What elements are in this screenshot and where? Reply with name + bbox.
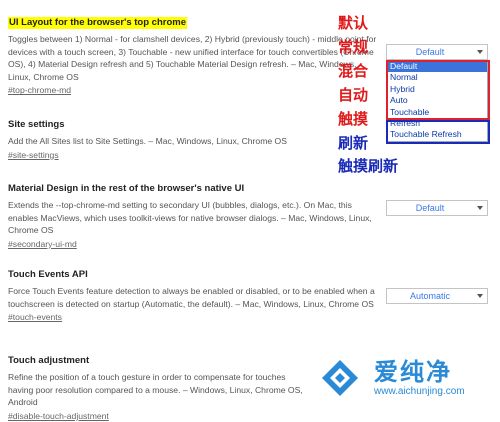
select-value: Automatic xyxy=(409,291,451,301)
flag-anchor-link[interactable]: #touch-events xyxy=(8,311,378,323)
flag-secondary-ui-md: Material Design in the rest of the brows… xyxy=(8,178,378,250)
flag-anchor-link[interactable]: #secondary-ui-md xyxy=(8,238,378,250)
flag-touch-adjustment: Touch adjustment Refine the position of … xyxy=(8,350,308,422)
watermark-logo-icon xyxy=(322,360,358,396)
dropdown-option-normal[interactable]: Normal xyxy=(387,72,487,83)
flag-description: Extends the --top-chrome-md setting to s… xyxy=(8,200,372,236)
annotation-normal: 常规 xyxy=(338,38,369,56)
touch-events-select[interactable]: Automatic xyxy=(386,288,488,304)
flag-anchor-link[interactable]: #site-settings xyxy=(8,149,378,161)
flag-anchor-link[interactable]: #top-chrome-md xyxy=(8,84,378,96)
select-value: Default xyxy=(415,47,445,57)
flag-description: Toggles between 1) Normal - for clamshel… xyxy=(8,34,377,82)
select-value: Default xyxy=(415,203,445,213)
flag-description: Force Touch Events feature detection to … xyxy=(8,286,375,309)
select-dropdown-list: Default Normal Hybrid Auto Touchable Ref… xyxy=(386,60,488,142)
chevron-down-icon xyxy=(477,50,483,54)
watermark-url: www.aichunjing.com xyxy=(374,386,465,397)
dropdown-option-auto[interactable]: Auto xyxy=(387,95,487,106)
flag-anchor-link[interactable]: #disable-touch-adjustment xyxy=(8,410,308,422)
dropdown-option-refresh[interactable]: Refresh xyxy=(387,118,487,129)
watermark-text: 爱纯净 xyxy=(374,358,452,386)
flag-description: Refine the position of a touch gesture i… xyxy=(8,372,303,408)
flag-site-settings: Site settings Add the All Sites list to … xyxy=(8,114,378,161)
secondary-ui-md-select[interactable]: Default xyxy=(386,200,488,216)
dropdown-option-hybrid[interactable]: Hybrid xyxy=(387,84,487,95)
annotation-hybrid: 混合 xyxy=(338,62,369,80)
flag-title: Touch Events API xyxy=(8,269,88,280)
top-chrome-md-select[interactable]: Default xyxy=(386,44,488,60)
watermark: 爱纯净 www.aichunjing.com xyxy=(318,352,498,408)
dropdown-option-touchable-refresh[interactable]: Touchable Refresh xyxy=(387,129,487,140)
flag-title: Site settings xyxy=(8,119,65,130)
dropdown-option-default[interactable]: Default xyxy=(387,61,487,73)
annotation-default: 默认 xyxy=(338,14,369,32)
flag-title: Touch adjustment xyxy=(8,355,90,366)
flag-top-chrome-md: UI Layout for the browser's top chrome T… xyxy=(8,12,378,96)
chevron-down-icon xyxy=(477,294,483,298)
annotation-auto: 自动 xyxy=(338,86,369,104)
flag-touch-events: Touch Events API Force Touch Events feat… xyxy=(8,264,378,323)
flag-title: UI Layout for the browser's top chrome xyxy=(8,17,187,29)
dropdown-option-touchable[interactable]: Touchable xyxy=(387,107,487,118)
flag-title: Material Design in the rest of the brows… xyxy=(8,183,245,194)
flag-description: Add the All Sites list to Site Settings.… xyxy=(8,136,287,146)
chevron-down-icon xyxy=(477,206,483,210)
